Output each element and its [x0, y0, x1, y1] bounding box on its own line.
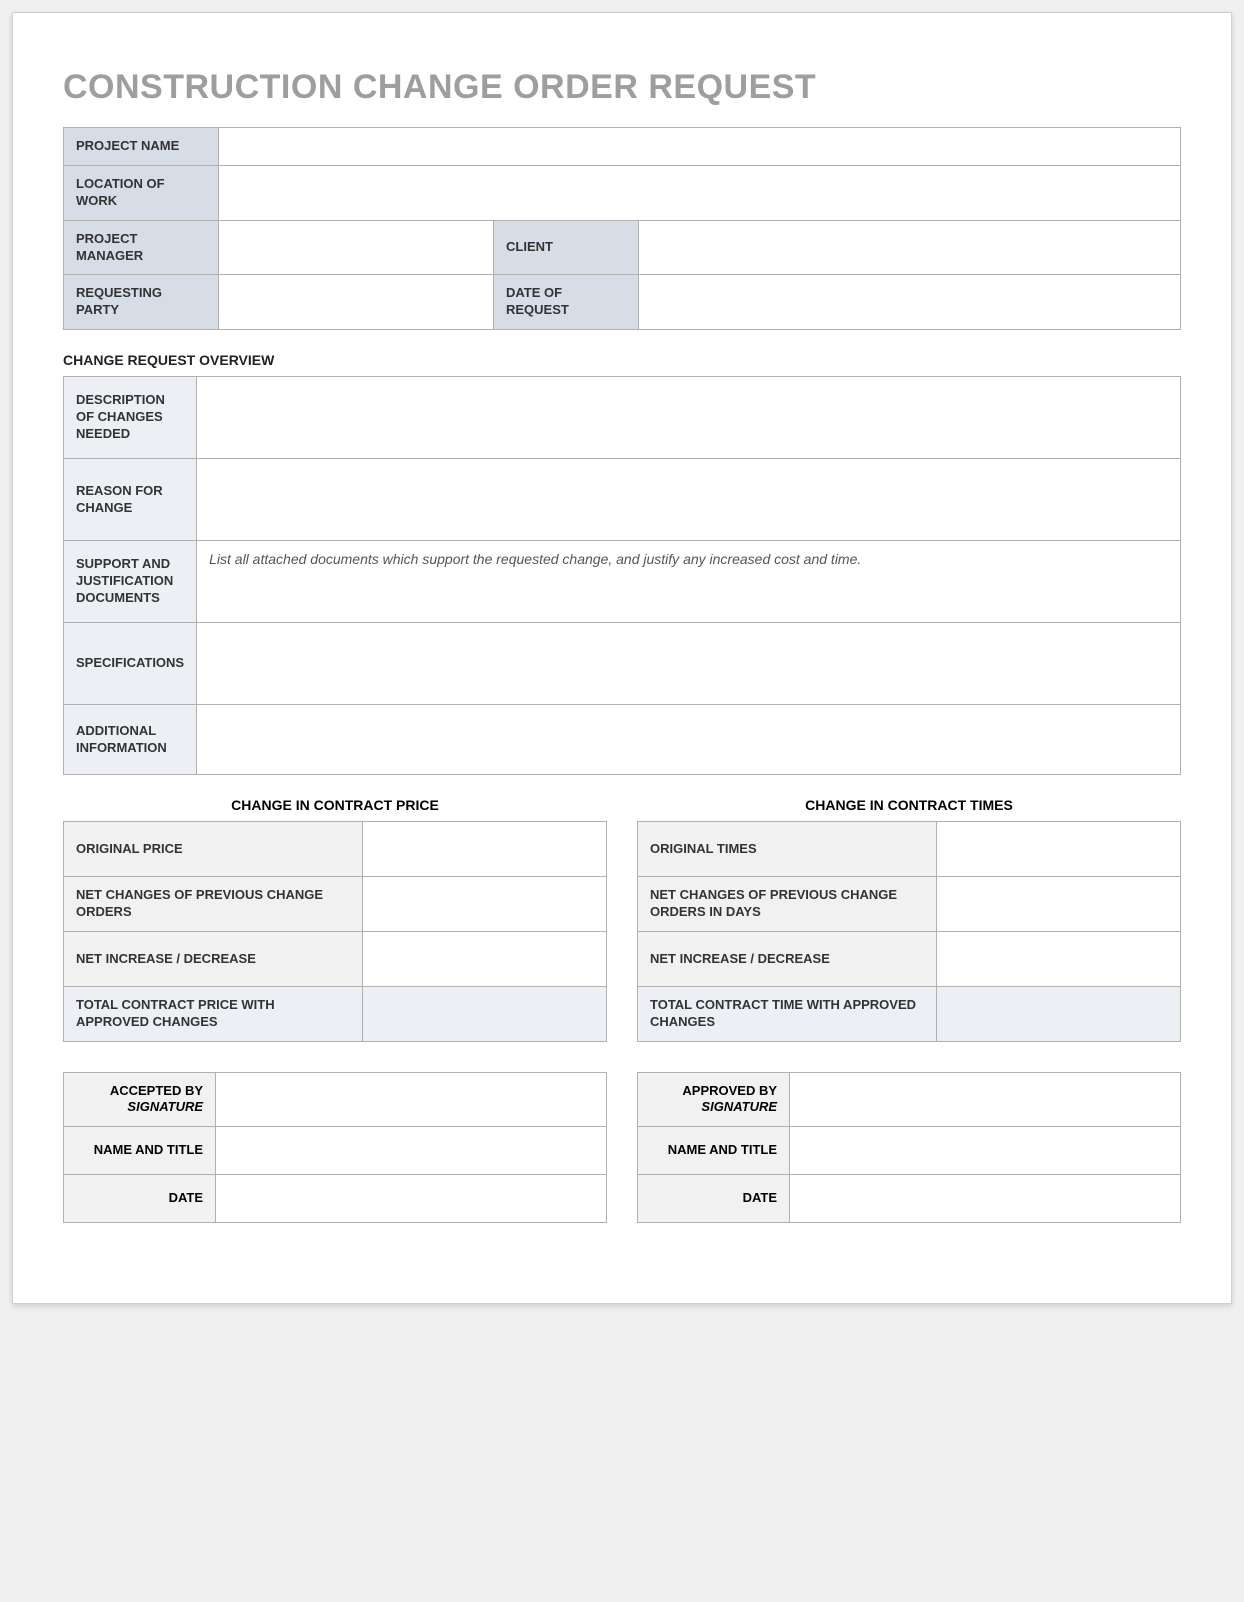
field-accepted-name[interactable] — [216, 1126, 607, 1174]
label-accepted-signature: ACCEPTED BY SIGNATURE — [64, 1073, 216, 1127]
label-additional-info: ADDITIONAL INFORMATION — [64, 705, 197, 775]
label-approved-name: NAME AND TITLE — [638, 1126, 790, 1174]
times-column: CHANGE IN CONTRACT TIMES ORIGINAL TIMES … — [637, 797, 1181, 1042]
label-project-name: PROJECT NAME — [64, 128, 219, 166]
field-client[interactable] — [639, 220, 1181, 275]
field-original-times[interactable] — [936, 822, 1180, 877]
label-original-times: ORIGINAL TIMES — [638, 822, 937, 877]
label-support-docs: SUPPORT AND JUSTIFICATION DOCUMENTS — [64, 541, 197, 623]
field-specifications[interactable] — [197, 623, 1181, 705]
approved-table: APPROVED BY SIGNATURE NAME AND TITLE DAT… — [637, 1072, 1181, 1223]
overview-heading: CHANGE REQUEST OVERVIEW — [63, 352, 1181, 368]
field-approved-signature[interactable] — [790, 1073, 1181, 1127]
field-net-inc-times[interactable] — [936, 932, 1180, 987]
field-requesting-party[interactable] — [219, 275, 494, 330]
field-net-prev-price[interactable] — [362, 877, 606, 932]
field-project-manager[interactable] — [219, 220, 494, 275]
page-title: CONSTRUCTION CHANGE ORDER REQUEST — [63, 68, 1181, 107]
field-approved-date[interactable] — [790, 1174, 1181, 1222]
label-original-price: ORIGINAL PRICE — [64, 822, 363, 877]
overview-table: DESCRIPTION OF CHANGES NEEDED REASON FOR… — [63, 376, 1181, 775]
times-table: ORIGINAL TIMES NET CHANGES OF PREVIOUS C… — [637, 821, 1181, 1042]
label-net-inc-times: NET INCREASE / DECREASE — [638, 932, 937, 987]
price-column: CHANGE IN CONTRACT PRICE ORIGINAL PRICE … — [63, 797, 607, 1042]
field-total-times[interactable] — [936, 987, 1180, 1042]
field-date-of-request[interactable] — [639, 275, 1181, 330]
label-requesting-party: REQUESTING PARTY — [64, 275, 219, 330]
price-table: ORIGINAL PRICE NET CHANGES OF PREVIOUS C… — [63, 821, 607, 1042]
label-reason: REASON FOR CHANGE — [64, 459, 197, 541]
field-description[interactable] — [197, 377, 1181, 459]
document-page: CONSTRUCTION CHANGE ORDER REQUEST PROJEC… — [12, 12, 1232, 1304]
field-support-docs[interactable]: List all attached documents which suppor… — [197, 541, 1181, 623]
accepted-table: ACCEPTED BY SIGNATURE NAME AND TITLE DAT… — [63, 1072, 607, 1223]
support-note: List all attached documents which suppor… — [209, 551, 861, 567]
label-date-of-request: DATE OF REQUEST — [494, 275, 639, 330]
label-net-prev-price: NET CHANGES OF PREVIOUS CHANGE ORDERS — [64, 877, 363, 932]
label-client: CLIENT — [494, 220, 639, 275]
label-net-prev-times: NET CHANGES OF PREVIOUS CHANGE ORDERS IN… — [638, 877, 937, 932]
approved-column: APPROVED BY SIGNATURE NAME AND TITLE DAT… — [637, 1072, 1181, 1223]
header-table: PROJECT NAME LOCATION OF WORK PROJECT MA… — [63, 127, 1181, 330]
price-heading: CHANGE IN CONTRACT PRICE — [63, 797, 607, 813]
label-net-inc-price: NET INCREASE / DECREASE — [64, 932, 363, 987]
accepted-column: ACCEPTED BY SIGNATURE NAME AND TITLE DAT… — [63, 1072, 607, 1223]
field-net-prev-times[interactable] — [936, 877, 1180, 932]
field-reason[interactable] — [197, 459, 1181, 541]
label-total-times: TOTAL CONTRACT TIME WITH APPROVED CHANGE… — [638, 987, 937, 1042]
label-location: LOCATION OF WORK — [64, 165, 219, 220]
label-specifications: SPECIFICATIONS — [64, 623, 197, 705]
field-accepted-signature[interactable] — [216, 1073, 607, 1127]
label-description: DESCRIPTION OF CHANGES NEEDED — [64, 377, 197, 459]
field-accepted-date[interactable] — [216, 1174, 607, 1222]
field-total-price[interactable] — [362, 987, 606, 1042]
field-net-inc-price[interactable] — [362, 932, 606, 987]
label-project-manager: PROJECT MANAGER — [64, 220, 219, 275]
field-project-name[interactable] — [219, 128, 1181, 166]
label-approved-date: DATE — [638, 1174, 790, 1222]
field-additional-info[interactable] — [197, 705, 1181, 775]
label-total-price: TOTAL CONTRACT PRICE WITH APPROVED CHANG… — [64, 987, 363, 1042]
label-accepted-name: NAME AND TITLE — [64, 1126, 216, 1174]
field-original-price[interactable] — [362, 822, 606, 877]
field-approved-name[interactable] — [790, 1126, 1181, 1174]
label-accepted-date: DATE — [64, 1174, 216, 1222]
field-location[interactable] — [219, 165, 1181, 220]
times-heading: CHANGE IN CONTRACT TIMES — [637, 797, 1181, 813]
label-approved-signature: APPROVED BY SIGNATURE — [638, 1073, 790, 1127]
